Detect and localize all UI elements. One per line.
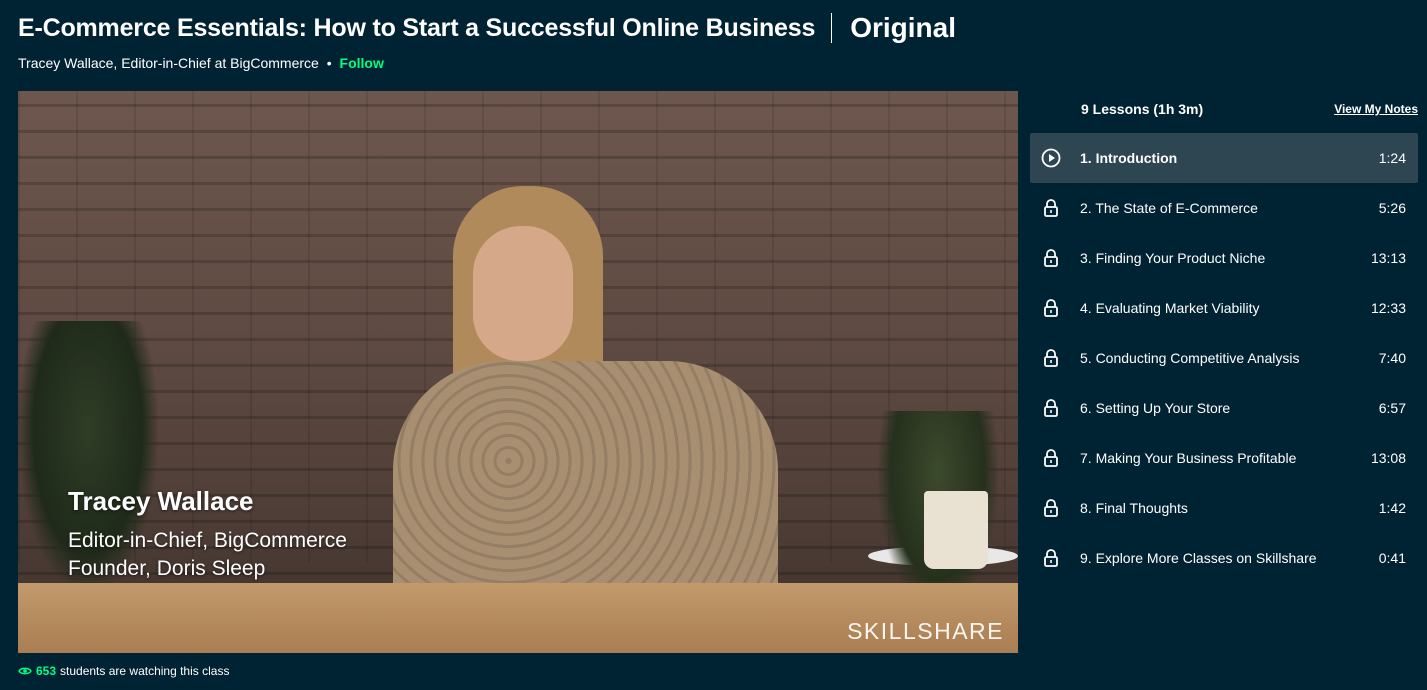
presenter-face bbox=[473, 226, 573, 361]
lesson-duration: 13:08 bbox=[1370, 450, 1406, 466]
original-badge: Original bbox=[850, 12, 956, 43]
lesson-row[interactable]: 2. The State of E-Commerce 5:26 bbox=[1030, 183, 1418, 233]
title-divider bbox=[831, 13, 833, 43]
lesson-title: 9. Explore More Classes on Skillshare bbox=[1080, 550, 1317, 566]
lesson-duration: 1:42 bbox=[1378, 500, 1406, 516]
watching-count: 653 bbox=[36, 664, 57, 678]
lower-third-caption: Tracey Wallace Editor-in-Chief, BigComme… bbox=[68, 486, 347, 583]
lesson-title: 3. Finding Your Product Niche bbox=[1080, 250, 1266, 266]
title-row: E-Commerce Essentials: How to Start a Su… bbox=[18, 12, 956, 44]
lesson-title: 4. Evaluating Market Viability bbox=[1080, 300, 1260, 316]
lock-icon bbox=[1040, 397, 1062, 419]
eye-icon bbox=[18, 667, 32, 675]
lesson-row[interactable]: 6. Setting Up Your Store 6:57 bbox=[1030, 383, 1418, 433]
plant-pot bbox=[924, 491, 988, 569]
lesson-duration: 7:40 bbox=[1378, 350, 1406, 366]
teacher-row: Tracey Wallace, Editor-in-Chief at BigCo… bbox=[18, 55, 384, 71]
lesson-title: 1. Introduction bbox=[1080, 150, 1178, 166]
lesson-duration: 6:57 bbox=[1378, 400, 1406, 416]
lesson-duration: 1:24 bbox=[1378, 150, 1406, 166]
lesson-title: 7. Making Your Business Profitable bbox=[1080, 450, 1297, 466]
lesson-row[interactable]: 4. Evaluating Market Viability 12:33 bbox=[1030, 283, 1418, 333]
lesson-title: 6. Setting Up Your Store bbox=[1080, 400, 1231, 416]
follow-button[interactable]: Follow bbox=[340, 55, 384, 71]
lessons-header: 9 Lessons (1h 3m) View My Notes bbox=[1081, 101, 1418, 117]
presenter bbox=[393, 186, 793, 611]
lesson-title: 5. Conducting Competitive Analysis bbox=[1080, 350, 1300, 366]
lower-third-line-1: Editor-in-Chief, BigCommerce bbox=[68, 529, 347, 552]
lesson-list: 1. Introduction 1:24 2. The State of E-Com… bbox=[1030, 133, 1418, 583]
lesson-duration: 0:41 bbox=[1378, 550, 1406, 566]
separator-dot: • bbox=[326, 55, 332, 71]
lesson-row[interactable]: 3. Finding Your Product Niche 13:13 bbox=[1030, 233, 1418, 283]
class-page: E-Commerce Essentials: How to Start a Su… bbox=[0, 0, 1427, 690]
lock-icon bbox=[1040, 497, 1062, 519]
lock-icon bbox=[1040, 547, 1062, 569]
lesson-row[interactable]: 1. Introduction 1:24 bbox=[1030, 133, 1418, 183]
lesson-title: 2. The State of E-Commerce bbox=[1080, 200, 1258, 216]
play-circle-icon bbox=[1040, 147, 1062, 169]
lower-third-name: Tracey Wallace bbox=[68, 486, 254, 516]
lock-icon bbox=[1040, 447, 1062, 469]
skillshare-watermark: SKILLSHARE bbox=[847, 618, 1004, 644]
class-title: E-Commerce Essentials: How to Start a Su… bbox=[18, 13, 816, 42]
lesson-row[interactable]: 5. Conducting Competitive Analysis 7:40 bbox=[1030, 333, 1418, 383]
lower-third-line-2: Founder, Doris Sleep bbox=[68, 557, 266, 580]
lesson-duration: 13:13 bbox=[1370, 250, 1406, 266]
lock-icon bbox=[1040, 347, 1062, 369]
lock-icon bbox=[1040, 197, 1062, 219]
lesson-title: 8. Final Thoughts bbox=[1080, 500, 1188, 516]
lesson-duration: 12:33 bbox=[1370, 300, 1406, 316]
lessons-count: 9 Lessons (1h 3m) bbox=[1081, 101, 1204, 117]
lock-icon bbox=[1040, 247, 1062, 269]
lesson-row[interactable]: 7. Making Your Business Profitable 13:08 bbox=[1030, 433, 1418, 483]
teacher-name[interactable]: Tracey Wallace, Editor-in-Chief at BigCo… bbox=[18, 55, 319, 71]
lesson-row[interactable]: 8. Final Thoughts 1:42 bbox=[1030, 483, 1418, 533]
lock-icon bbox=[1040, 297, 1062, 319]
lesson-duration: 5:26 bbox=[1378, 200, 1406, 216]
view-notes-link[interactable]: View My Notes bbox=[1334, 102, 1418, 116]
presenter-sweater bbox=[393, 361, 778, 611]
lesson-row[interactable]: 9. Explore More Classes on Skillshare 0:4… bbox=[1030, 533, 1418, 583]
watching-indicator: 653 students are watching this class bbox=[18, 664, 229, 678]
video-player[interactable]: Tracey Wallace Editor-in-Chief, BigComme… bbox=[18, 91, 1018, 653]
watching-label: students are watching this class bbox=[60, 664, 230, 678]
